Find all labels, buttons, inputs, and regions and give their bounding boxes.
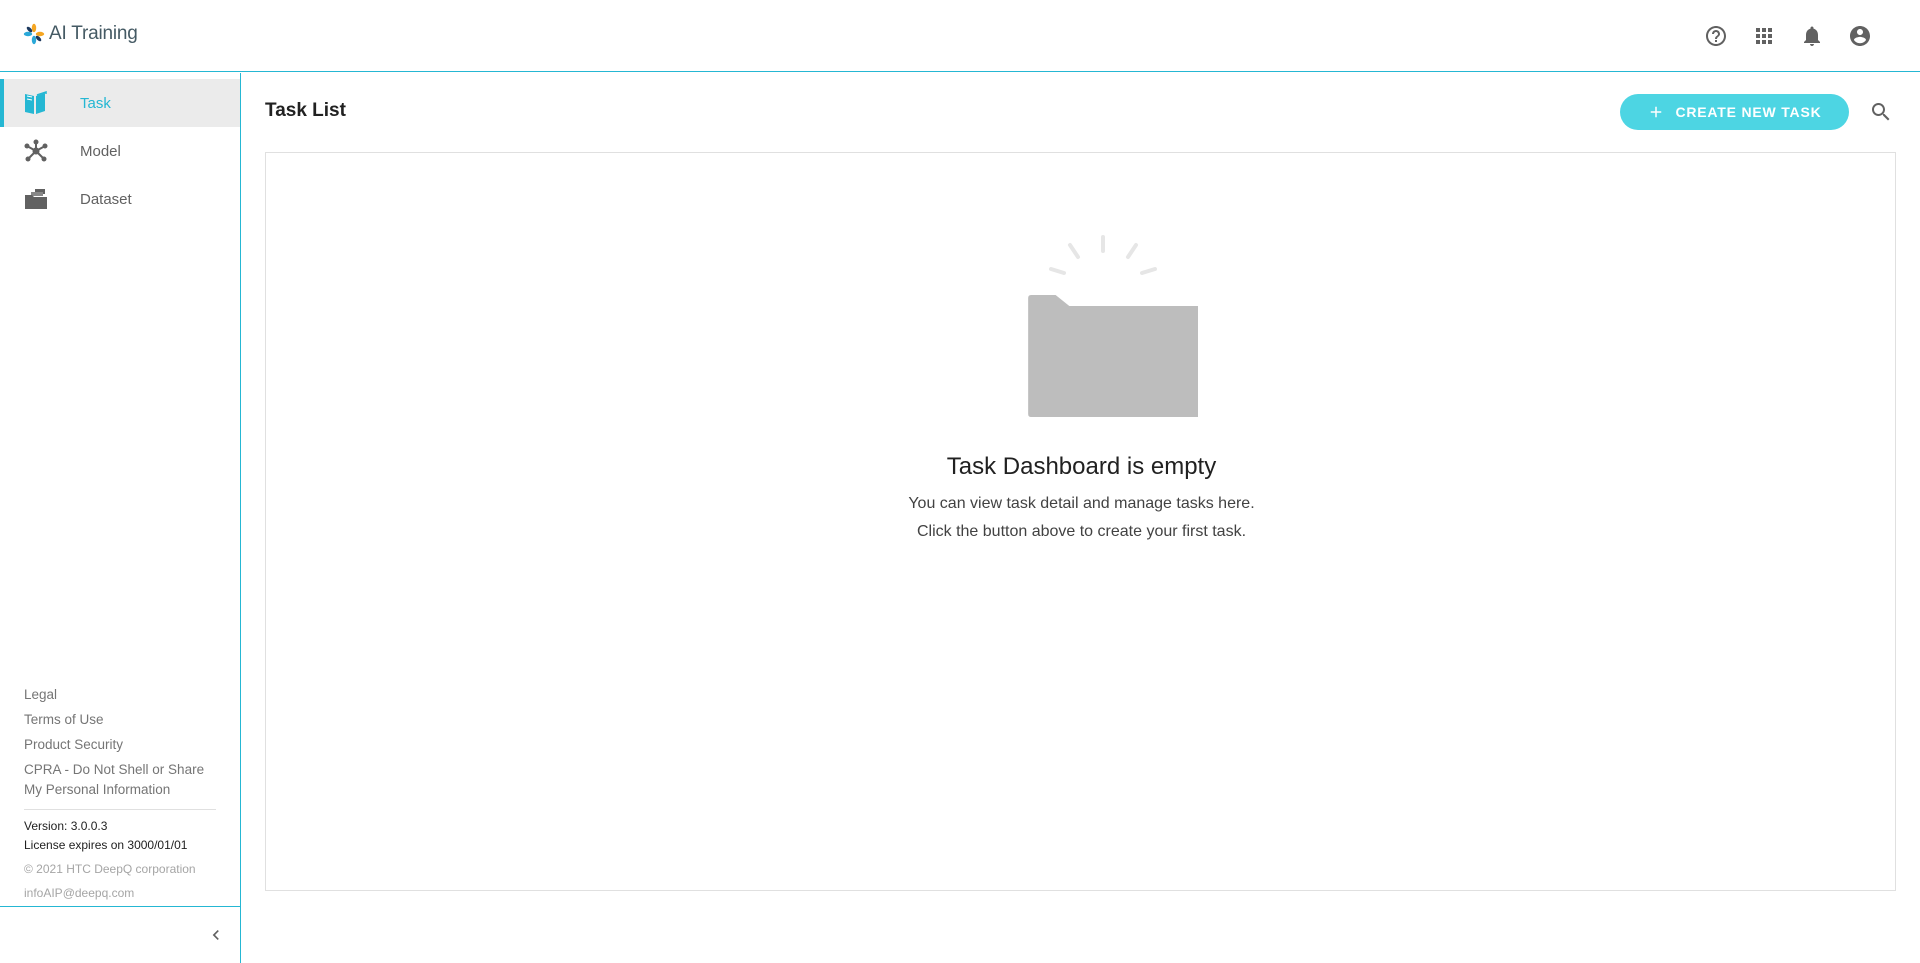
help-icon[interactable] <box>1704 24 1728 48</box>
create-new-task-button[interactable]: CREATE NEW TASK <box>1620 94 1849 130</box>
sidebar-item-label: Dataset <box>80 190 132 208</box>
copyright-text: © 2021 HTC DeepQ corporation <box>24 862 196 876</box>
sidebar-item-dataset[interactable]: Dataset <box>0 175 240 223</box>
chevron-left-icon <box>212 930 219 940</box>
version-text: Version: 3.0.0.3 <box>24 819 108 833</box>
dataset-folder-icon <box>23 187 49 211</box>
search-icon[interactable] <box>1869 100 1893 124</box>
sidebar-item-model[interactable]: Model <box>0 127 240 175</box>
collapse-sidebar-button[interactable] <box>206 925 226 945</box>
task-book-icon <box>23 90 49 115</box>
license-text: License expires on 3000/01/01 <box>24 838 188 852</box>
app-logo[interactable]: AI Training <box>23 23 138 45</box>
empty-state-title: Task Dashboard is empty <box>946 453 1217 480</box>
footer-link-cpra[interactable]: CPRA - Do Not Shell or Share My Personal… <box>24 760 216 800</box>
empty-folder-icon <box>1028 235 1198 417</box>
sidebar-bottom-border <box>0 906 240 907</box>
footer-link-terms[interactable]: Terms of Use <box>24 710 216 730</box>
sidebar: Task Model Dataset Legal Terms of Use Pr… <box>0 73 241 963</box>
app-title: AI Training <box>49 23 138 44</box>
footer-link-legal[interactable]: Legal <box>24 685 216 705</box>
top-bar: AI Training <box>0 0 1920 72</box>
footer-divider <box>24 809 216 810</box>
footer-link-product-security[interactable]: Product Security <box>24 735 216 755</box>
empty-state-instruction: Click the button above to create your fi… <box>916 523 1247 540</box>
contact-email[interactable]: infoAIP@deepq.com <box>24 886 134 900</box>
page-title: Task List <box>265 100 346 121</box>
footer-links: Legal Terms of Use Product Security CPRA… <box>24 685 216 805</box>
model-network-icon <box>23 139 49 163</box>
task-list-panel: Task Dashboard is empty You can view tas… <box>265 152 1896 891</box>
account-circle-icon[interactable] <box>1848 24 1872 48</box>
sidebar-item-task[interactable]: Task <box>0 79 240 127</box>
notifications-bell-icon[interactable] <box>1800 24 1824 48</box>
logo-icon <box>23 23 45 45</box>
sidebar-item-label: Model <box>80 142 121 160</box>
empty-state-description: You can view task detail and manage task… <box>908 495 1255 512</box>
plus-icon <box>1651 106 1662 118</box>
sidebar-item-label: Task <box>80 94 111 112</box>
create-button-label: CREATE NEW TASK <box>1675 104 1822 120</box>
apps-grid-icon[interactable] <box>1752 24 1776 48</box>
